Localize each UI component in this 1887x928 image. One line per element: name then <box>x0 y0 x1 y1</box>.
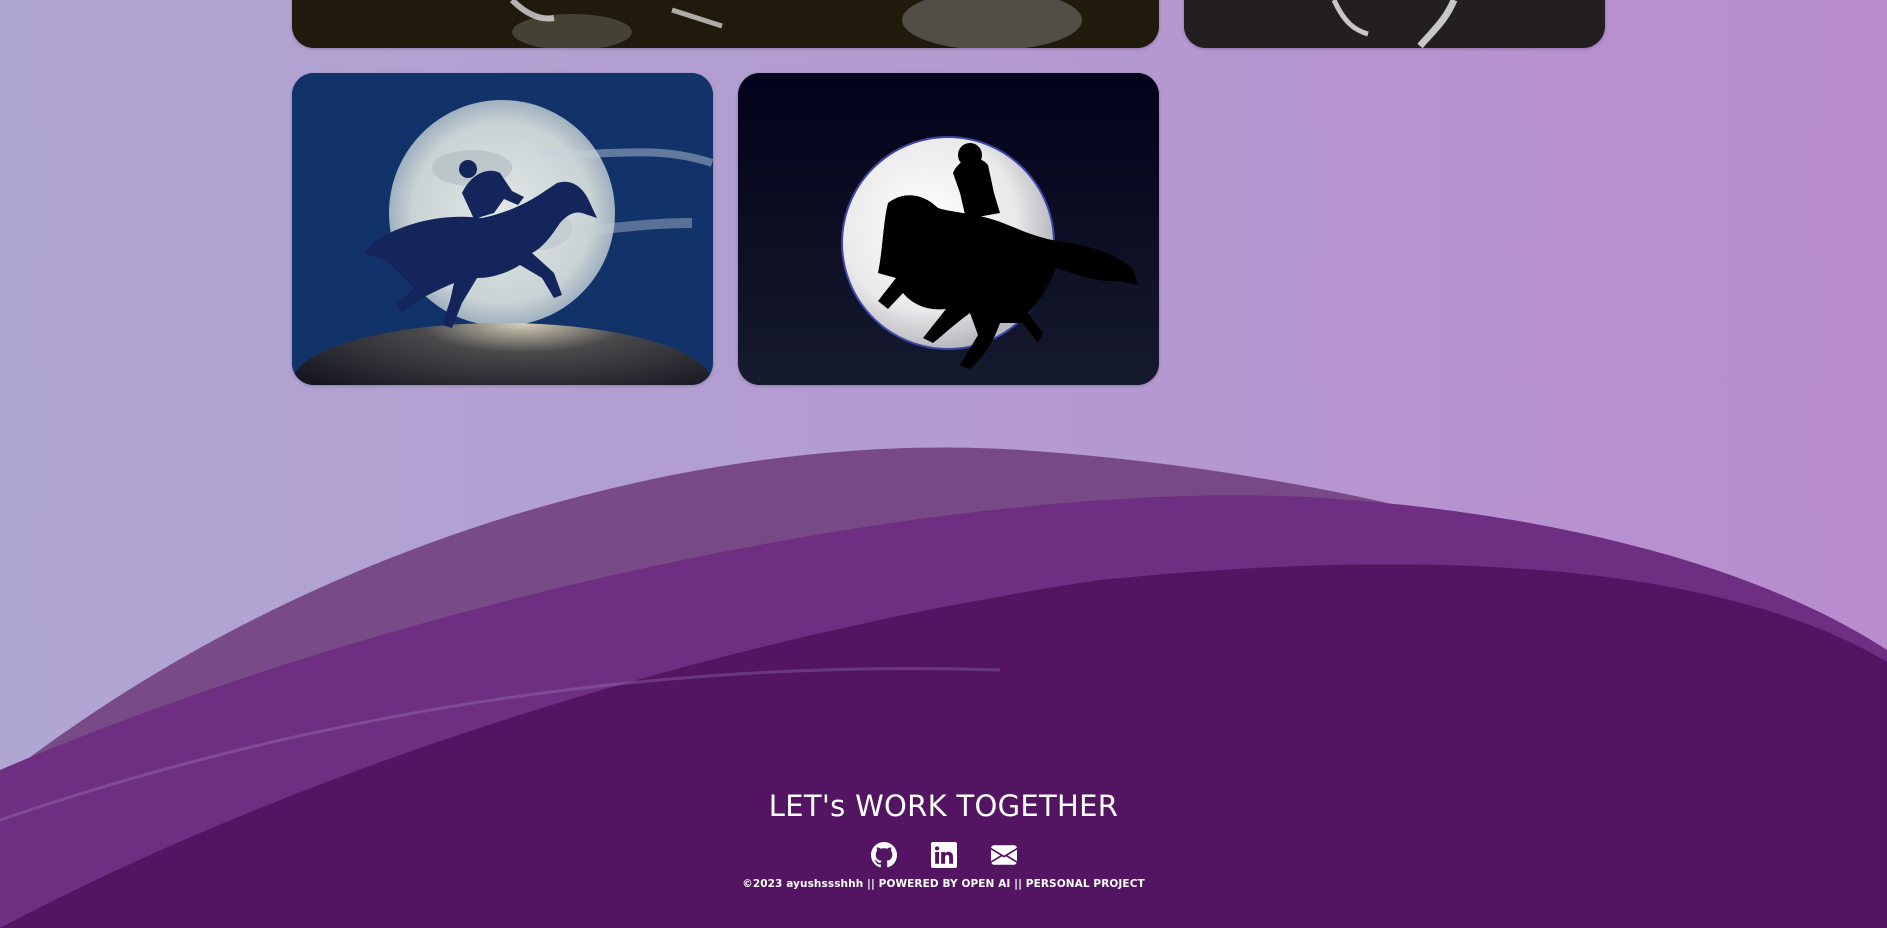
horse-rider-silhouette-icon <box>292 73 713 385</box>
linkedin-link[interactable] <box>930 842 957 868</box>
linkedin-icon <box>930 842 957 868</box>
footer: LET's WORK TOGETHER ©2023 ayushssshhh ||… <box>0 760 1887 890</box>
horse-rider-silhouette-icon <box>738 73 1159 385</box>
envelope-icon <box>990 845 1017 865</box>
github-icon <box>870 842 897 868</box>
footer-heading: LET's WORK TOGETHER <box>768 789 1119 823</box>
gallery-image-horse-moon-dark[interactable] <box>738 73 1159 385</box>
copyright-text: ©2023 ayushssshhh || POWERED BY OPEN AI … <box>742 878 1145 890</box>
gallery-image-landscape[interactable] <box>292 0 1159 48</box>
gallery-image-figure-art <box>1184 0 1605 48</box>
social-links <box>0 842 1887 868</box>
gallery-image-landscape-art <box>292 0 1159 48</box>
github-link[interactable] <box>870 842 897 868</box>
gallery-image-figure[interactable] <box>1184 0 1605 48</box>
email-link[interactable] <box>990 842 1017 868</box>
gallery-image-rider-moon-blue[interactable] <box>292 73 713 385</box>
